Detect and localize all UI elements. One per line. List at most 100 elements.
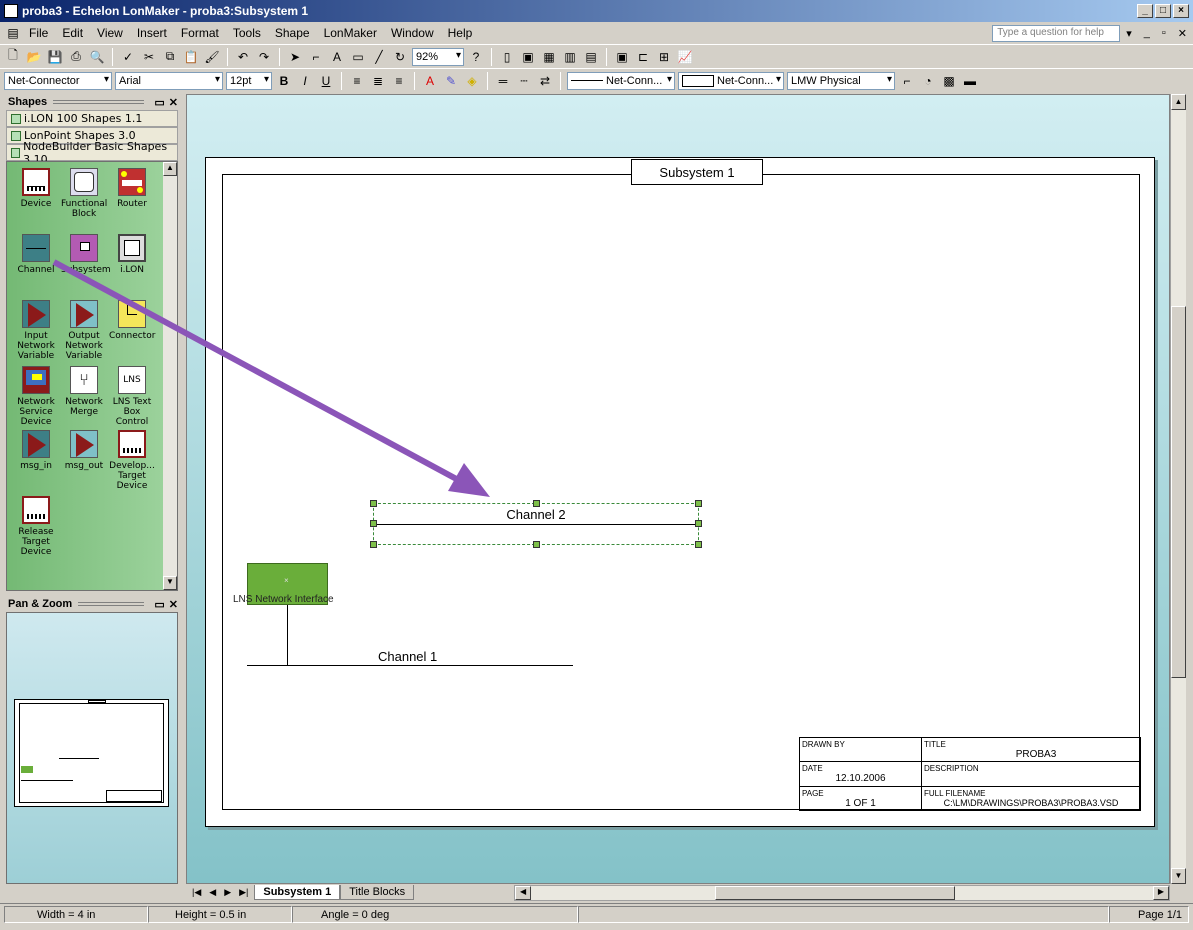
grid-icon[interactable]: ▥ <box>561 48 579 66</box>
document-icon[interactable]: ▤ <box>4 24 22 42</box>
panel-close-icon[interactable]: ✕ <box>169 598 178 611</box>
italic-button[interactable]: I <box>296 72 314 90</box>
master-release-target[interactable]: Release Target Device <box>13 496 59 557</box>
cut-icon[interactable]: ✂ <box>140 48 158 66</box>
master-subsystem[interactable]: Subsystem <box>61 234 111 275</box>
fill-style-combo[interactable]: Net-Conn... <box>678 71 784 90</box>
browse-icon[interactable]: ⊞ <box>655 48 673 66</box>
align-left-icon[interactable]: ≡ <box>348 72 366 90</box>
master-msg-out[interactable]: msg_out <box>61 430 107 471</box>
master-router[interactable]: Router <box>109 168 155 209</box>
menu-view[interactable]: View <box>90 26 130 40</box>
master-connector[interactable]: Connector <box>109 300 155 341</box>
minimize-button[interactable]: _ <box>1137 4 1153 18</box>
table-icon[interactable]: ▤ <box>582 48 600 66</box>
line-weight-icon[interactable]: ═ <box>494 72 512 90</box>
underline-button[interactable]: U <box>317 72 335 90</box>
style-combo[interactable]: Net-Connector <box>4 71 112 90</box>
scroll-down-icon[interactable]: ▼ <box>1171 868 1186 884</box>
help-dropdown-icon[interactable]: ▾ <box>1126 27 1132 40</box>
selection-handle[interactable] <box>695 541 702 548</box>
menu-tools[interactable]: Tools <box>226 26 268 40</box>
selection-handle[interactable] <box>370 541 377 548</box>
layout-icon[interactable]: ▣ <box>519 48 537 66</box>
panel-grip[interactable] <box>78 602 145 606</box>
print-preview-icon[interactable]: 🔍 <box>88 48 106 66</box>
panel-grip[interactable] <box>53 100 145 104</box>
help-icon[interactable]: ? <box>467 48 485 66</box>
open-icon[interactable]: 📂 <box>25 48 43 66</box>
align-right-icon[interactable]: ≡ <box>390 72 408 90</box>
text-tool-icon[interactable]: A <box>328 48 346 66</box>
line-tool-icon[interactable]: ╱ <box>370 48 388 66</box>
align-center-icon[interactable]: ≣ <box>369 72 387 90</box>
font-size-combo[interactable]: 12pt <box>226 71 272 90</box>
scroll-right-icon[interactable]: ▶ <box>1153 885 1169 900</box>
line-pattern-icon[interactable]: ┄ <box>515 72 533 90</box>
connector-tool-icon[interactable]: ⌐ <box>307 48 325 66</box>
selection-handle[interactable] <box>533 500 540 507</box>
selection-handle[interactable] <box>695 500 702 507</box>
rotate-icon[interactable]: ↻ <box>391 48 409 66</box>
panel-menu-icon[interactable]: ▭ <box>154 96 164 109</box>
master-lns-text-box[interactable]: LNS LNS Text Box Control <box>109 366 155 427</box>
rectangle-tool-icon[interactable]: ▭ <box>349 48 367 66</box>
canvas-horizontal-scrollbar[interactable]: ◀ ▶ <box>514 884 1170 901</box>
tab-subsystem-1[interactable]: Subsystem 1 <box>254 885 341 900</box>
format-painter-icon[interactable]: 🖌 <box>203 48 221 66</box>
drawing-canvas[interactable]: Subsystem 1 Channel 2 × LNS Network Inte… <box>186 94 1170 884</box>
stencil-scrollbar[interactable]: ▲ ▼ <box>163 162 177 590</box>
new-icon[interactable]: 🗋 <box>4 48 22 66</box>
selection-handle[interactable] <box>533 541 540 548</box>
doc-close-icon[interactable]: ✕ <box>1178 27 1187 40</box>
paste-icon[interactable]: 📋 <box>182 48 200 66</box>
page-icon[interactable]: ▯ <box>498 48 516 66</box>
restore-button[interactable]: □ <box>1155 4 1171 18</box>
canvas-vertical-scrollbar[interactable]: ▲ ▼ <box>1170 94 1186 884</box>
spelling-icon[interactable]: ✓ <box>119 48 137 66</box>
master-channel[interactable]: Channel <box>13 234 59 275</box>
chart-icon[interactable]: 📈 <box>676 48 694 66</box>
title-block[interactable]: DRAWN BY TITLE PROBA3 DATE 12.10.2006 DE… <box>799 737 1141 811</box>
pan-zoom-view[interactable] <box>6 612 178 884</box>
subsystem-title-box[interactable]: Subsystem 1 <box>631 159 763 185</box>
panel-menu-icon[interactable]: ▭ <box>154 598 164 611</box>
undo-icon[interactable]: ↶ <box>234 48 252 66</box>
app-icon[interactable] <box>4 4 18 18</box>
master-ilon[interactable]: i.LON <box>109 234 155 275</box>
menu-window[interactable]: Window <box>384 26 441 40</box>
zoom-combo[interactable]: 92% <box>412 47 464 66</box>
master-input-nv[interactable]: Input Network Variable <box>13 300 59 361</box>
save-icon[interactable]: 💾 <box>46 48 64 66</box>
master-develop-target[interactable]: Develop... Target Device <box>109 430 155 491</box>
master-functional-block[interactable]: Functional Block <box>61 168 107 219</box>
line-color-icon[interactable]: ✎ <box>442 72 460 90</box>
connect-icon[interactable]: ⊏ <box>634 48 652 66</box>
help-search-input[interactable]: Type a question for help <box>992 24 1121 42</box>
pattern-icon[interactable]: ▩ <box>940 72 958 90</box>
menu-shape[interactable]: Shape <box>268 26 317 40</box>
menu-lonmaker[interactable]: LonMaker <box>317 26 384 40</box>
font-color-icon[interactable]: A <box>421 72 439 90</box>
pan-zoom-page-thumbnail[interactable] <box>14 699 169 807</box>
scroll-left-icon[interactable]: ◀ <box>515 885 532 900</box>
menu-edit[interactable]: Edit <box>55 26 90 40</box>
panel-close-icon[interactable]: ✕ <box>169 96 178 109</box>
tab-title-blocks[interactable]: Title Blocks <box>340 885 415 900</box>
last-page-icon[interactable]: ▶| <box>239 887 248 898</box>
theme-icon[interactable]: ▬ <box>961 72 979 90</box>
channel-1-line[interactable] <box>247 665 573 666</box>
shadow-icon[interactable]: ◔ <box>919 72 937 90</box>
prev-page-icon[interactable]: ◀ <box>209 887 216 898</box>
line-ends-icon[interactable]: ⇄ <box>536 72 554 90</box>
master-msg-in[interactable]: msg_in <box>13 430 59 471</box>
next-page-icon[interactable]: ▶ <box>224 887 231 898</box>
master-network-merge[interactable]: ⑂ Network Merge <box>61 366 107 417</box>
scroll-down-icon[interactable]: ▼ <box>163 576 177 590</box>
selection-handle[interactable] <box>370 500 377 507</box>
scroll-up-icon[interactable]: ▲ <box>163 162 177 176</box>
selection-handle[interactable] <box>695 520 702 527</box>
bold-button[interactable]: B <box>275 72 293 90</box>
selection-handle[interactable] <box>370 520 377 527</box>
copy-icon[interactable]: ⧉ <box>161 48 179 66</box>
